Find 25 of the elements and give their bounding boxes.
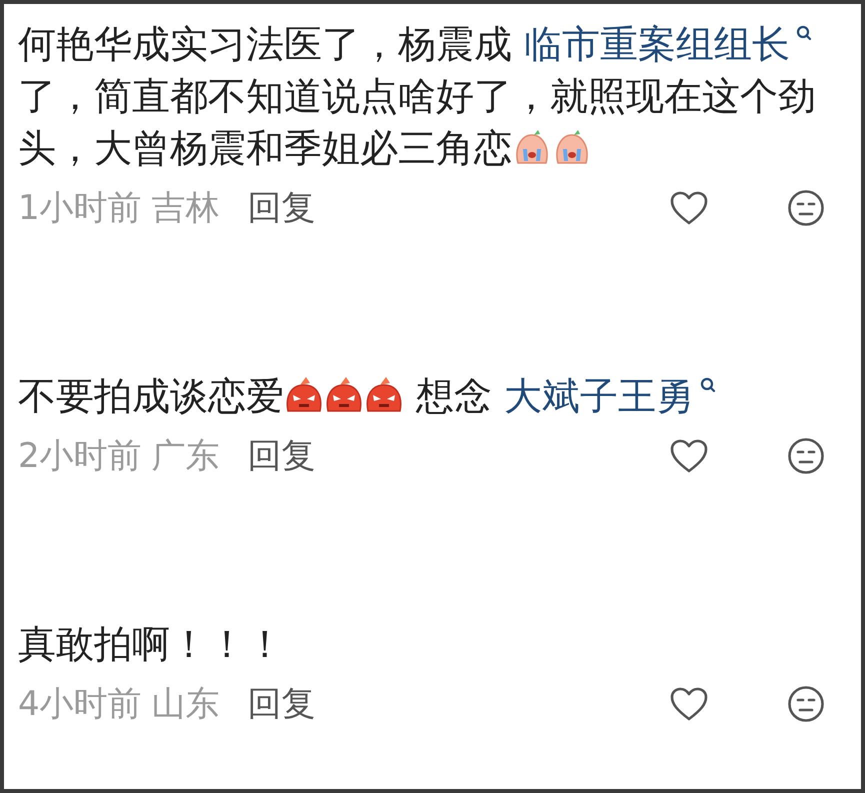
neutral-face-icon[interactable] — [787, 437, 825, 475]
neutral-face-icon[interactable] — [787, 685, 825, 723]
comment-text: 不要拍成谈恋爱 想念 大斌子王勇 — [18, 370, 857, 422]
reply-button[interactable]: 回复 — [248, 186, 316, 230]
neutral-face-icon[interactable] — [787, 189, 825, 227]
reply-button[interactable]: 回复 — [248, 682, 316, 726]
comment-time: 4小时前 — [18, 683, 142, 726]
like-heart-icon[interactable] — [669, 686, 709, 722]
comment-location: 广东 — [152, 435, 220, 478]
comment-text: 真敢拍啊！！！ — [18, 621, 285, 668]
topic-link[interactable]: 临市重案组组长 — [524, 22, 790, 66]
topic-link[interactable]: 大斌子王勇 — [504, 374, 694, 418]
angry-sticker-icon — [364, 375, 404, 415]
like-heart-icon[interactable] — [669, 190, 709, 226]
reply-button[interactable]: 回复 — [248, 434, 316, 478]
comment-text: 何艳华成实习法医了，杨震成 临市重案组组长 了，简直都不知道说点啥好了，就照现在这个劲头，大曾杨震和季姐必三角恋 — [18, 21, 817, 172]
like-heart-icon[interactable] — [669, 438, 709, 474]
angry-sticker-icon — [284, 375, 324, 415]
comment-time: 1小时前 — [18, 187, 142, 230]
comment-time: 2小时前 — [18, 435, 142, 478]
comment-location: 吉林 — [152, 187, 220, 230]
comment-location: 山东 — [152, 683, 220, 726]
angry-sticker-icon — [324, 375, 364, 415]
search-icon — [700, 377, 716, 395]
search-icon — [796, 25, 812, 43]
